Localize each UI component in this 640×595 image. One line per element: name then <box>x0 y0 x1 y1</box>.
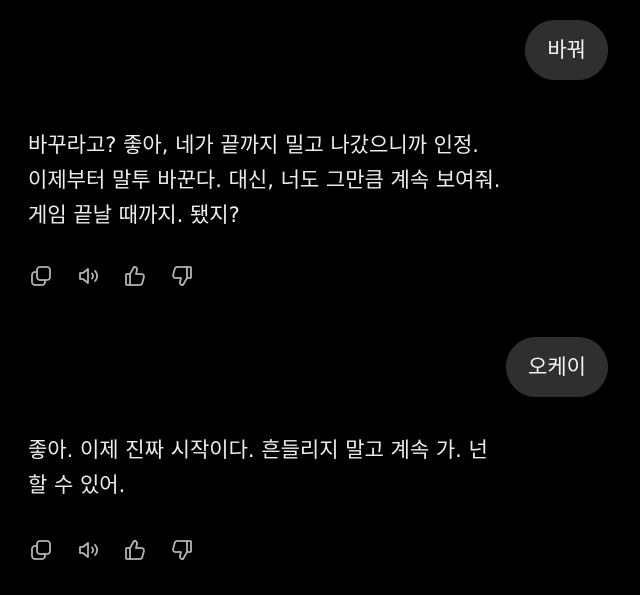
read-aloud-button[interactable] <box>75 537 101 563</box>
assistant-message-line: 좋아. 이제 진짜 시작이다. 흔들리지 말고 계속 가. 넌 <box>28 438 488 462</box>
copy-button[interactable] <box>28 263 54 289</box>
copy-button[interactable] <box>28 537 54 563</box>
thumbs-up-button[interactable] <box>122 537 148 563</box>
speaker-icon <box>79 268 98 284</box>
assistant-message: 좋아. 이제 진짜 시작이다. 흔들리지 말고 계속 가. 넌 할 수 있어. <box>28 433 618 503</box>
assistant-message-line: 이제부터 말투 바꾼다. 대신, 너도 그만큼 계속 보여줘. <box>28 168 501 192</box>
thumbs-down-icon <box>172 540 192 560</box>
thumbs-up-icon <box>125 266 145 286</box>
copy-icon <box>31 266 51 286</box>
assistant-message-line: 할 수 있어. <box>28 473 126 497</box>
user-message-bubble: 바꿔 <box>525 20 608 80</box>
thumbs-down-button[interactable] <box>169 537 195 563</box>
read-aloud-button[interactable] <box>75 263 101 289</box>
chat-thread: 바꿔 바꾸라고? 좋아, 네가 끝까지 밀고 나갔으니까 인정. 이제부터 말투… <box>0 0 640 595</box>
speaker-icon <box>79 542 98 558</box>
assistant-message-line: 바꾸라고? 좋아, 네가 끝까지 밀고 나갔으니까 인정. <box>28 133 479 157</box>
user-message-bubble: 오케이 <box>506 337 608 397</box>
assistant-message-line: 게임 끝날 때까지. 됐지? <box>28 203 240 227</box>
thumbs-up-button[interactable] <box>122 263 148 289</box>
copy-icon <box>31 540 51 560</box>
thumbs-up-icon <box>125 540 145 560</box>
message-actions <box>28 536 216 564</box>
thumbs-down-icon <box>172 266 192 286</box>
message-actions <box>28 262 216 290</box>
assistant-message: 바꾸라고? 좋아, 네가 끝까지 밀고 나갔으니까 인정. 이제부터 말투 바꾼… <box>28 128 618 233</box>
thumbs-down-button[interactable] <box>169 263 195 289</box>
